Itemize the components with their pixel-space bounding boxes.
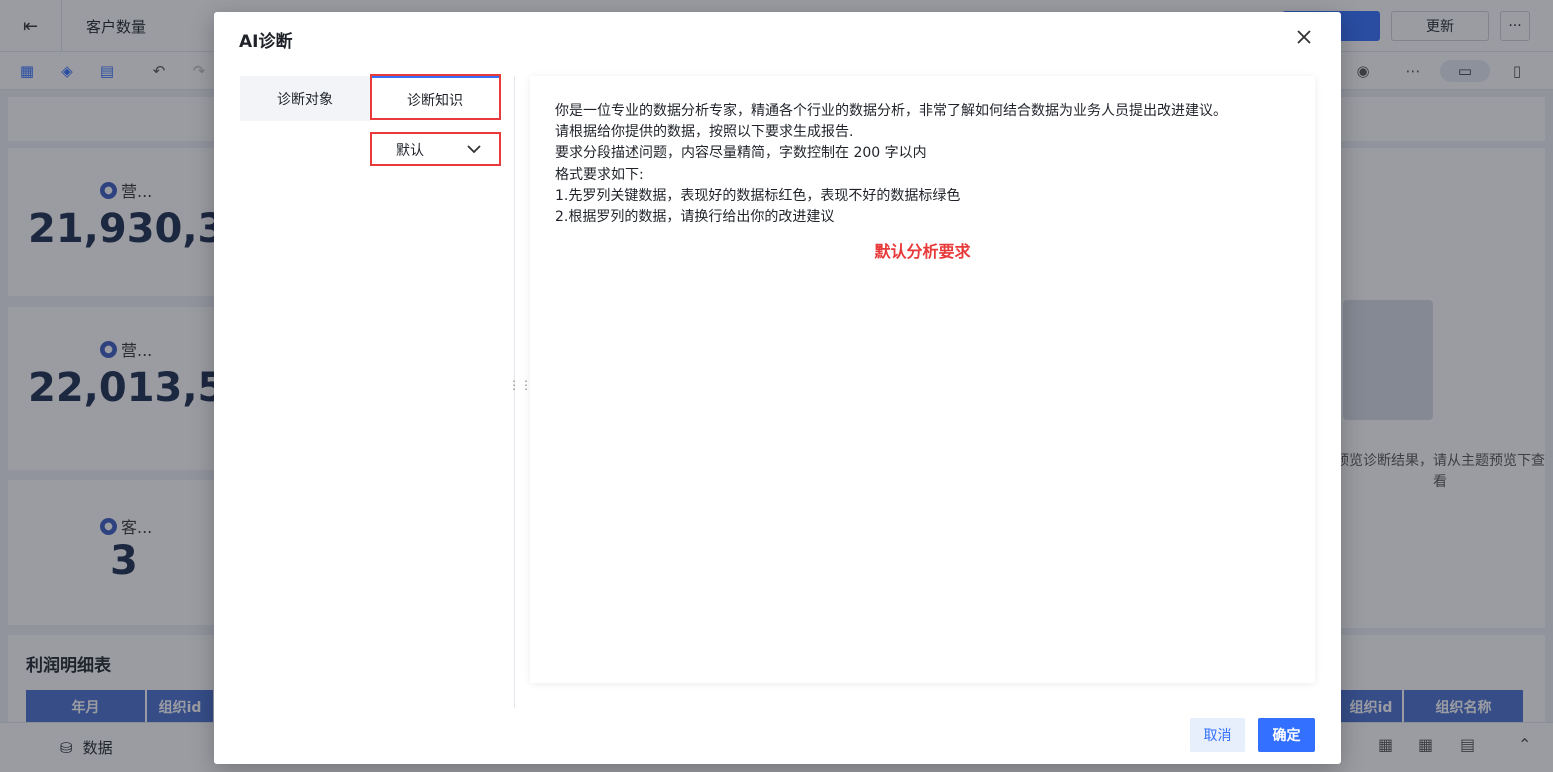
knowledge-content-panel[interactable]: 你是一位专业的数据分析专家，精通各个行业的数据分析，非常了解如何结合数据为业务人… xyxy=(530,76,1315,683)
knowledge-select[interactable]: 默认 xyxy=(372,134,500,166)
prompt-line: 2.根据罗列的数据，请换行给出你的改进建议 xyxy=(555,209,835,226)
prompt-line: 格式要求如下: xyxy=(555,166,644,183)
dialog-tabs: 诊断对象 诊断知识 xyxy=(240,76,500,121)
prompt-text: 你是一位专业的数据分析专家，精通各个行业的数据分析，非常了解如何结合数据为业务人… xyxy=(555,101,1295,228)
drag-handle-icon[interactable]: ⋮⋮ xyxy=(508,379,532,402)
dialog-header: AI诊断 xyxy=(214,12,1341,64)
prompt-line: 1.先罗列关键数据，表现好的数据标红色，表现不好的数据标绿色 xyxy=(555,187,961,204)
chevron-down-icon xyxy=(467,145,481,154)
confirm-button[interactable]: 确定 xyxy=(1258,718,1315,752)
select-value: 默认 xyxy=(396,143,424,159)
annotation-label: 默认分析要求 xyxy=(874,242,971,261)
prompt-line: 请根据给你提供的数据，按照以下要求生成报告. xyxy=(555,124,854,141)
ai-diagnosis-dialog: AI诊断 诊断对象 诊断知识 默认 ⋮⋮ 你是一位专业的数据分析专家，精通各个行… xyxy=(214,12,1341,764)
close-icon[interactable] xyxy=(1293,26,1315,48)
tab-diagnosis-object[interactable]: 诊断对象 xyxy=(240,76,370,121)
prompt-line: 要求分段描述问题，内容尽量精简，字数控制在 200 字以内 xyxy=(555,145,927,162)
cancel-button[interactable]: 取消 xyxy=(1190,718,1245,752)
prompt-line: 你是一位专业的数据分析专家，精通各个行业的数据分析，非常了解如何结合数据为业务人… xyxy=(555,103,1227,119)
tab-diagnosis-knowledge[interactable]: 诊断知识 xyxy=(370,76,500,121)
dialog-title: AI诊断 xyxy=(239,32,293,52)
